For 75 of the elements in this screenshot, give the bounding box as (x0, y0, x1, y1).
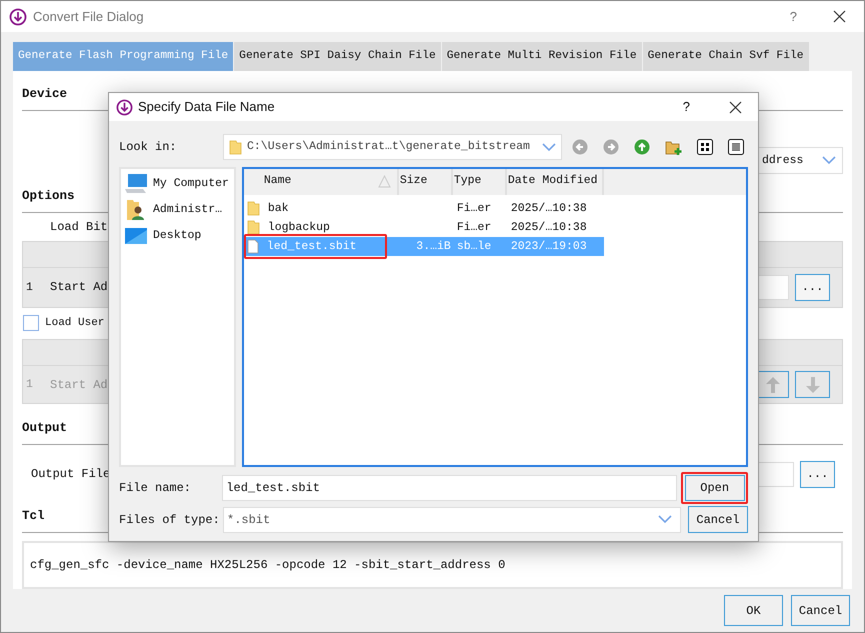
help-button[interactable]: ? (790, 6, 797, 26)
download-icon (9, 8, 27, 26)
grid-view-icon[interactable] (697, 139, 713, 155)
column-header[interactable]: Size (398, 169, 453, 195)
field-label: Load Bit (50, 218, 108, 236)
table-cell-text: Start Ad (49, 376, 108, 394)
file-name: led_test.sbit (266, 238, 357, 255)
help-button[interactable]: ? (682, 97, 690, 117)
place-item[interactable]: Desktop (121, 223, 234, 249)
section-heading: Options (22, 189, 75, 204)
column-header[interactable]: Name (244, 169, 399, 195)
file-row[interactable]: logbackup Fi…er 2025/…10:38 (244, 218, 604, 237)
field-label: File name: (119, 480, 192, 496)
forward-icon[interactable] (603, 139, 619, 155)
chevron-down-icon (822, 156, 836, 166)
input-field[interactable] (758, 462, 794, 487)
column-header[interactable]: Date Modified (506, 169, 604, 195)
folder-icon (246, 201, 260, 216)
folder-icon (229, 140, 242, 154)
row-number: 1 (25, 280, 34, 296)
tab[interactable]: Generate Multi Revision File (442, 42, 642, 71)
browse-button[interactable]: ... (800, 460, 835, 488)
file-date: 2023/…19:03 (510, 240, 587, 253)
sort-arrow-icon (378, 175, 391, 188)
tab[interactable]: Generate Chain Svf File (642, 42, 809, 71)
folder-icon (246, 220, 260, 235)
download-icon (116, 98, 133, 116)
desktop-icon (125, 228, 147, 244)
checkbox[interactable] (23, 315, 39, 332)
window-title: Convert File Dialog (33, 8, 144, 26)
close-icon[interactable] (833, 10, 846, 23)
column-header[interactable]: Type (452, 169, 507, 195)
browse-button[interactable]: ... (795, 274, 830, 301)
file-type-combo[interactable]: *.sbit (223, 506, 681, 532)
list-view-icon[interactable] (728, 139, 744, 155)
file-icon (246, 239, 259, 254)
section-heading: Tcl (22, 508, 45, 523)
table-cell-text: Start Ad (49, 279, 108, 296)
tab[interactable]: Generate SPI Daisy Chain File (234, 42, 441, 71)
chevron-down-icon (542, 142, 556, 152)
file-row[interactable]: bak Fi…er 2025/…10:38 (244, 199, 604, 218)
section-heading: Output (22, 421, 68, 436)
new-folder-icon[interactable] (665, 138, 682, 156)
dialog-button[interactable]: OK (724, 595, 783, 626)
file-name: logbackup (268, 220, 330, 236)
place-item[interactable]: Administr… (121, 197, 234, 223)
arrow-down-icon (806, 376, 820, 393)
close-icon[interactable] (729, 100, 742, 114)
file-type: Fi…er (456, 202, 492, 215)
open-button[interactable]: Open (684, 474, 745, 500)
cancel-button[interactable]: Cancel (688, 506, 748, 533)
dialog-title: Specify Data File Name (138, 98, 275, 116)
file-type: sb…le (456, 240, 492, 253)
tcl-command: cfg_gen_sfc -device_name HX25L256 -opcode 12 -sbit_start_address 0 (30, 558, 506, 572)
arrow-up-icon (766, 376, 780, 393)
chevron-down-icon (658, 515, 672, 524)
field-label: Look in: (119, 139, 178, 156)
input-field[interactable] (757, 274, 789, 300)
user-folder-icon (125, 199, 147, 221)
row-number: 1 (25, 377, 34, 394)
file-name: bak (268, 200, 289, 217)
back-icon[interactable] (572, 139, 588, 155)
place-item[interactable]: My Computer (121, 171, 234, 197)
file-date: 2025/…10:38 (510, 202, 587, 215)
file-name-field[interactable]: led_test.sbit (222, 474, 678, 500)
look-in-combo[interactable]: C:\Users\Administrat…t\generate_bitstream (223, 134, 562, 160)
section-heading: Device (22, 87, 68, 101)
dialog-button[interactable]: Cancel (791, 595, 850, 626)
file-type: Fi…er (456, 220, 492, 234)
field-label: Files of type: (119, 512, 221, 528)
up-icon[interactable] (634, 139, 650, 155)
file-size: 3.…iB (416, 240, 451, 253)
computer-icon (124, 173, 148, 195)
checkbox-label: Load User (45, 316, 104, 332)
file-date: 2025/…10:38 (510, 220, 587, 234)
